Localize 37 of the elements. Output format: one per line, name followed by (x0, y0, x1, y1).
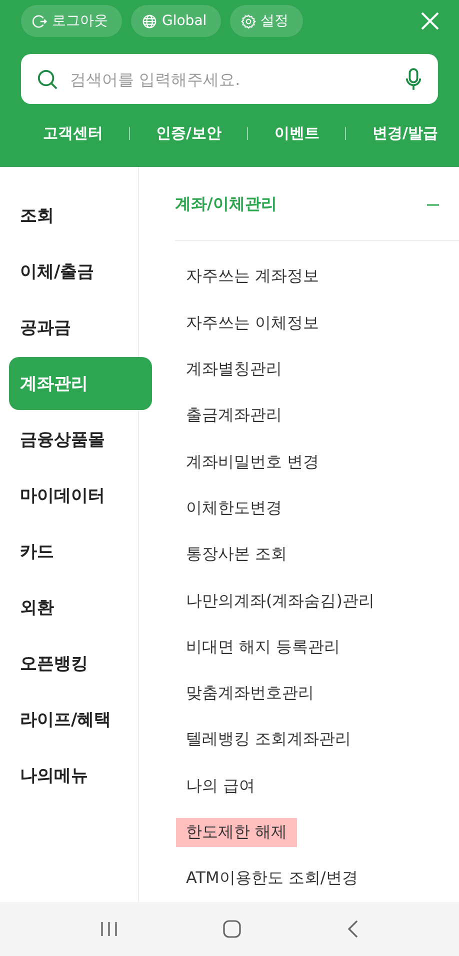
menu-item[interactable]: 계좌별칭관리 (186, 355, 282, 384)
home-icon[interactable] (222, 919, 242, 939)
menu-item[interactable]: 한도제한 해제 (176, 818, 298, 848)
menu-item[interactable]: 통장사본 조회 (186, 540, 288, 570)
sidebar-item[interactable]: 외환 (9, 581, 152, 634)
menu-item[interactable]: 나만의계좌(계좌숨김)관리 (186, 586, 374, 616)
search-field[interactable]: 검색어를 입력해주세요. (68, 68, 395, 90)
menu-item[interactable]: 텔레뱅킹 조회계좌관리 (186, 725, 352, 754)
sidebar-item[interactable]: 오픈뱅킹 (9, 637, 152, 690)
close-button[interactable] (420, 11, 440, 31)
sidebar-item[interactable]: 금융상품몰 (9, 413, 152, 466)
menu-item[interactable]: 비대면 해지 등록관리 (186, 632, 340, 662)
sidebar-item[interactable]: 마이데이터 (9, 469, 152, 522)
sidebar-item[interactable]: 카드 (9, 525, 152, 578)
menu-item[interactable]: 나의 급여 (186, 772, 256, 801)
menu-item[interactable]: 계좌비밀번호 변경 (186, 448, 320, 477)
logout-icon (32, 14, 47, 28)
menu-item[interactable]: 이체한도변경 (186, 494, 282, 523)
globe-icon (142, 14, 157, 28)
menu-item[interactable]: ATM이용한도 조회/변경 (186, 864, 358, 894)
close-icon (420, 11, 440, 31)
menu-item[interactable]: 맞춤계좌번호관리 (186, 679, 314, 708)
menu-item[interactable]: 자주쓰는 계좌정보 (186, 262, 320, 292)
menu-item[interactable]: 자주쓰는 이체정보 (186, 308, 320, 338)
sidebar-item[interactable]: 나의메뉴 (9, 749, 152, 802)
settings-icon (240, 14, 256, 28)
search-bar[interactable]: 검색어를 입력해주세요. (21, 54, 438, 104)
sidebar-item[interactable]: 공과금 (9, 301, 152, 354)
sidebar-item[interactable]: 이체/출금 (9, 245, 152, 298)
recent-apps-icon[interactable] (100, 921, 118, 937)
section-title: 계좌/이체관리 (175, 194, 277, 216)
menu-item[interactable]: 출금계좌관리 (186, 401, 282, 430)
microphone-icon[interactable] (405, 68, 422, 90)
sidebar-item[interactable]: 조회 (9, 189, 152, 242)
search-icon (37, 68, 58, 90)
sidebar-item[interactable]: 라이프/혜택 (9, 693, 152, 746)
back-icon[interactable] (346, 919, 359, 939)
